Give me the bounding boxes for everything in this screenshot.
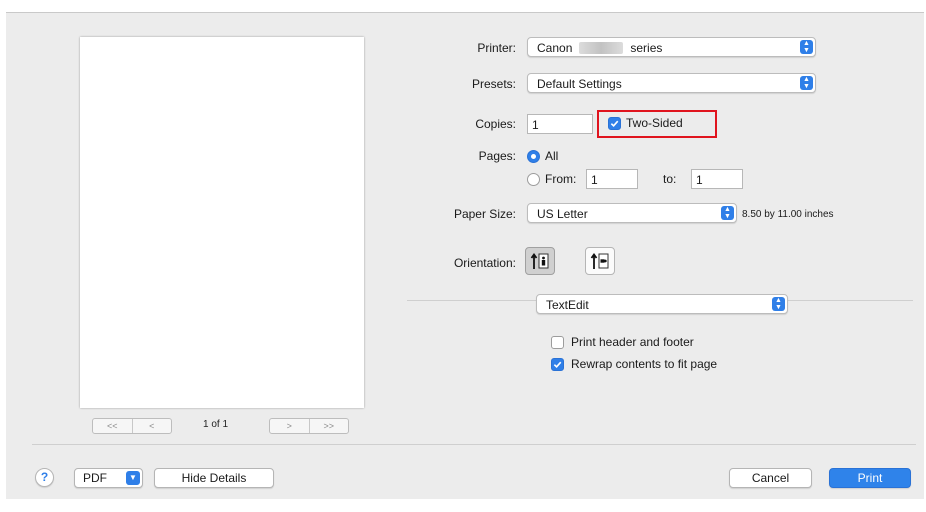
cancel-button[interactable]: Cancel [729,468,812,488]
footer-separator [32,444,916,445]
print-dialog: << < 1 of 1 > >> Printer: Canon series ▲ ▼… [6,12,924,499]
next-last-page-buttons[interactable]: > >> [269,418,349,434]
portrait-button[interactable] [525,247,555,275]
last-page-button[interactable]: >> [308,419,349,433]
pdf-menu-button[interactable]: PDF ▼ [74,468,143,488]
pages-from-radio[interactable] [527,173,540,186]
app-section-popup[interactable]: TextEdit ▲ ▼ [536,294,788,314]
pages-from-field[interactable]: 1 [586,169,638,189]
chevron-updown-icon: ▲ ▼ [721,206,734,220]
landscape-icon [590,252,609,269]
pdf-label: PDF [83,471,107,485]
next-page-button[interactable]: > [270,419,309,433]
chevron-updown-icon: ▲ ▼ [800,76,813,90]
pages-label: Pages: [478,149,516,163]
hide-details-button[interactable]: Hide Details [154,468,274,488]
printer-value: Canon series [537,41,663,55]
chevron-updown-icon: ▲ ▼ [772,297,785,311]
first-prev-page-buttons[interactable]: << < [92,418,172,434]
rewrap-checkbox[interactable] [551,358,564,371]
printer-label: Printer: [477,41,516,55]
presets-label: Presets: [471,77,516,91]
two-sided-checkbox[interactable] [608,117,621,130]
print-header-footer-checkbox[interactable] [551,336,564,349]
first-page-button[interactable]: << [93,419,132,433]
two-sided-label: Two-Sided [626,116,683,130]
paper-size-popup[interactable]: US Letter ▲ ▼ [527,203,737,223]
print-button[interactable]: Print [829,468,911,488]
pages-to-label: to: [663,172,677,186]
checkmark-icon [553,361,562,369]
chevron-updown-icon: ▲ ▼ [800,40,813,54]
rewrap-label: Rewrap contents to fit page [571,357,718,371]
pages-from-label: From: [545,172,577,186]
page-count: 1 of 1 [203,419,229,430]
help-icon[interactable]: ? [35,468,54,487]
app-section-value: TextEdit [546,298,589,312]
paper-size-value: US Letter [537,207,588,221]
copies-field[interactable]: 1 [527,114,593,134]
chevron-down-icon: ▼ [126,471,140,485]
pages-all-label: All [545,149,559,163]
portrait-icon [530,252,549,269]
pages-all-radio[interactable] [527,150,540,163]
landscape-button[interactable] [585,247,615,275]
pages-to-field[interactable]: 1 [691,169,743,189]
copies-label: Copies: [475,117,516,131]
presets-popup[interactable]: Default Settings ▲ ▼ [527,73,816,93]
presets-value: Default Settings [537,77,622,91]
paper-dimensions: 8.50 by 11.00 inches [742,209,834,220]
printer-model-redacted [579,42,624,54]
print-header-footer-label: Print header and footer [571,335,694,349]
previous-page-button[interactable]: < [131,419,172,433]
checkmark-icon [610,120,619,128]
printer-popup[interactable]: Canon series ▲ ▼ [527,37,816,57]
paper-size-label: Paper Size: [453,207,516,221]
page-preview [80,37,364,408]
orientation-label: Orientation: [453,256,516,270]
